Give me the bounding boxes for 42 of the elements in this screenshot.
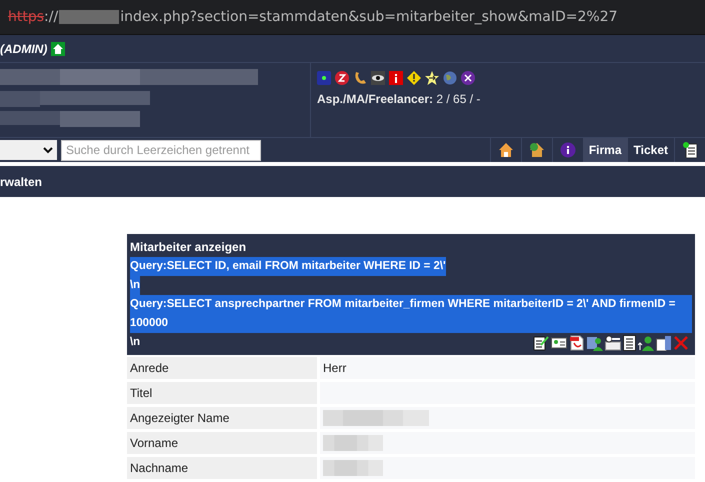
chevron-down-icon — [43, 146, 53, 154]
stats-text: Asp./MA/Freelancer: 2 / 65 / - — [317, 92, 482, 106]
panel-title: Mitarbeiter anzeigen — [130, 239, 248, 256]
pdf-icon[interactable] — [569, 334, 585, 350]
info-icon[interactable] — [560, 142, 576, 158]
blurred-text — [323, 460, 383, 476]
eye-icon[interactable] — [371, 71, 385, 85]
house-icon[interactable] — [498, 142, 514, 158]
field-label: Nachname — [127, 457, 317, 479]
phone-icon[interactable] — [353, 71, 367, 85]
signal-icon[interactable] — [317, 71, 331, 85]
field-label: Anrede — [127, 357, 317, 379]
section-title: rwalten — [0, 174, 42, 188]
documents-icon[interactable] — [656, 334, 672, 350]
x-circle-icon[interactable] — [461, 71, 475, 85]
users-icon[interactable] — [587, 334, 603, 350]
z-badge-icon[interactable] — [335, 71, 349, 85]
field-label: Titel — [127, 382, 317, 404]
document-icon[interactable] — [623, 334, 636, 350]
user-upload-icon[interactable] — [638, 334, 654, 350]
nav-tab[interactable]: Ticket — [628, 138, 674, 162]
search-field[interactable]: Suche durch Leerzeichen getrennt — [61, 140, 261, 160]
field-text: Herr — [323, 361, 346, 375]
house-icon[interactable] — [528, 142, 545, 158]
globe-icon[interactable] — [443, 71, 457, 85]
home-icon[interactable] — [51, 42, 66, 56]
user-role: (ADMIN) — [0, 42, 48, 56]
field-label: Vorname — [127, 432, 317, 454]
query-text: \n — [130, 276, 140, 295]
query-text: \n — [130, 335, 140, 350]
query-text: Query:SELECT ansprechpartner FROM mitarbeiter_firmen WHERE mitarbeiterID = 2\' AND firmenID = 100000 — [130, 295, 692, 333]
dropdown[interactable] — [0, 140, 57, 160]
star-icon[interactable] — [425, 71, 439, 85]
edit-icon[interactable] — [533, 334, 549, 350]
id-card-icon[interactable] — [551, 334, 567, 350]
nav-tab[interactable]: Firma — [582, 138, 628, 162]
key-icon[interactable] — [605, 334, 621, 350]
query-text: Query:SELECT ID, email FROM mitarbeiter WHERE ID = 2\' — [130, 257, 446, 276]
field-label: Angezeigter Name — [127, 407, 317, 429]
warning-icon[interactable] — [407, 71, 421, 85]
document-icon[interactable] — [683, 142, 697, 158]
blurred-text — [323, 435, 383, 451]
